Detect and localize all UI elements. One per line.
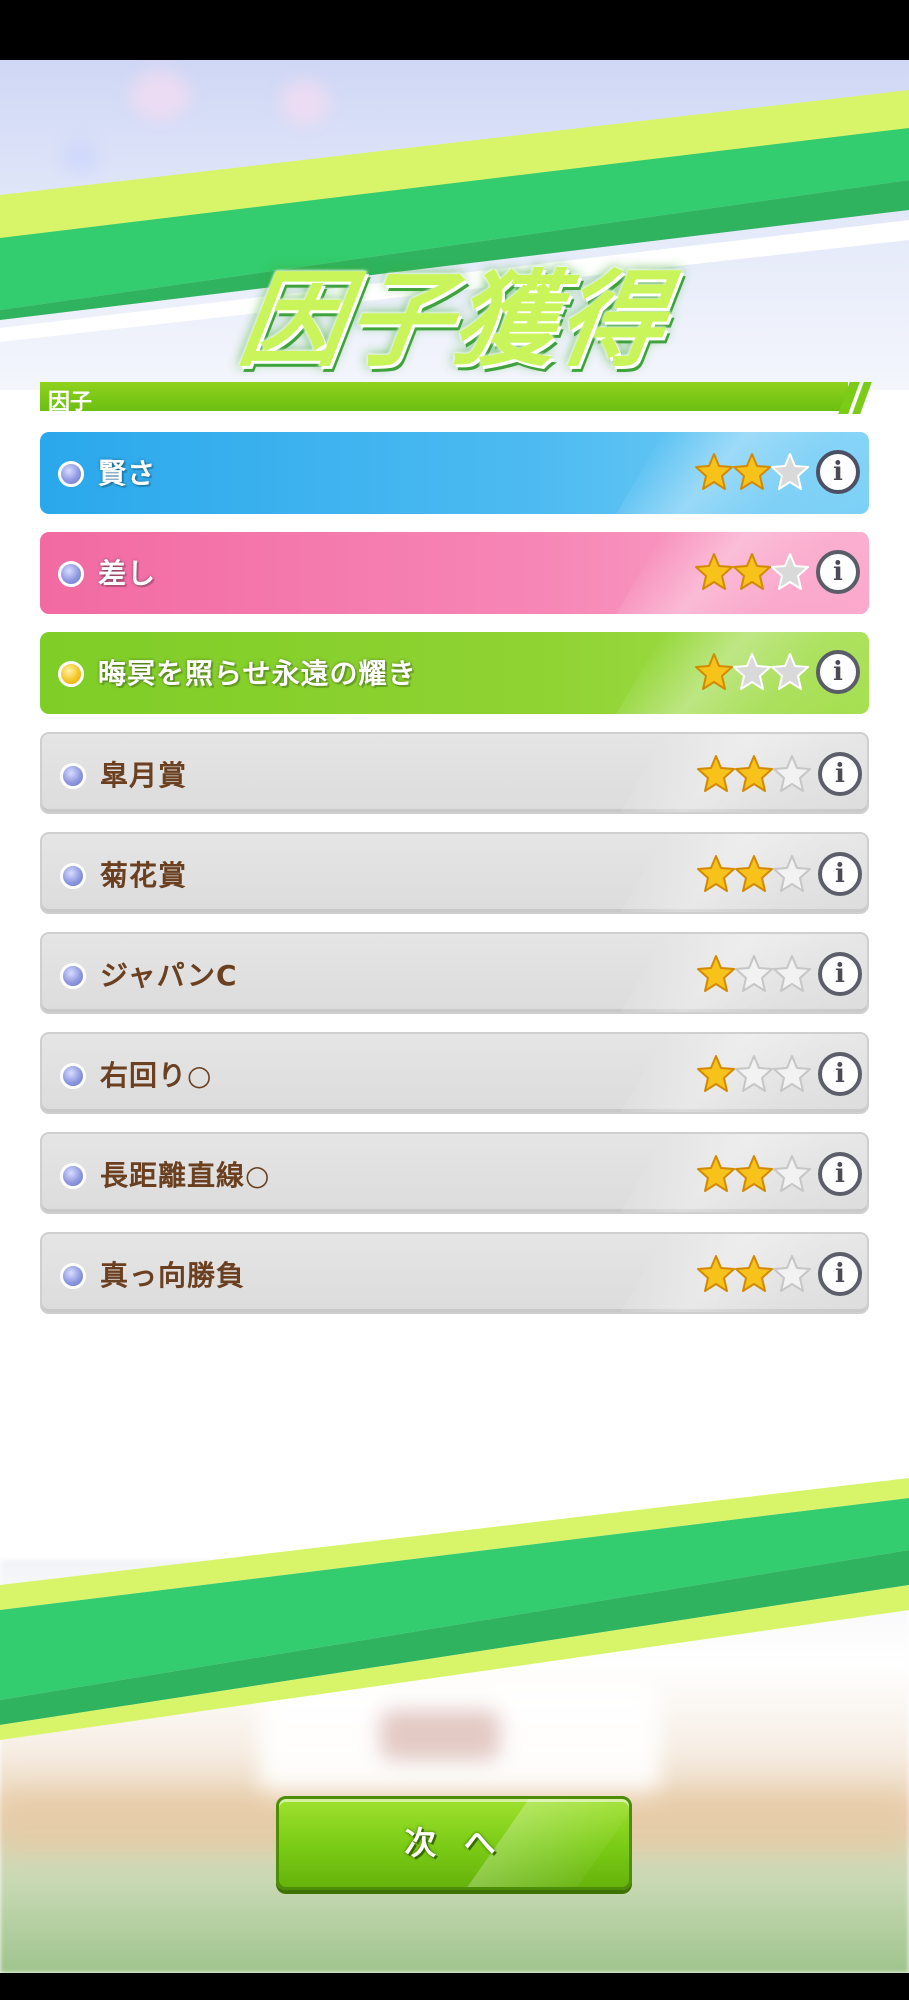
star-empty-icon [771, 453, 809, 490]
factor-row[interactable]: 菊花賞 i [40, 832, 869, 914]
star-rating [694, 552, 814, 594]
round-gem-icon [60, 1263, 86, 1289]
info-icon[interactable]: i [818, 1052, 862, 1096]
star-rating [696, 1054, 816, 1096]
factor-name: 右回り○ [100, 1059, 213, 1092]
factor-name: ジャパンC [100, 959, 238, 992]
section-header: 因子 [40, 382, 872, 415]
factor-row[interactable]: 賢さ i [40, 432, 869, 514]
factor-row[interactable]: 差し i [40, 532, 869, 614]
screen-title: 因子獲得 [232, 259, 674, 381]
star-rating [696, 754, 816, 796]
info-icon[interactable]: i [816, 550, 860, 594]
round-gem-icon [60, 1163, 86, 1189]
next-button[interactable]: 次 へ [276, 1796, 632, 1890]
star-filled-icon [695, 653, 733, 690]
star-filled-icon [697, 755, 735, 792]
factor-row[interactable]: 右回り○ i [40, 1032, 869, 1114]
star-rating [696, 854, 816, 896]
bottom-stripes-decoration [0, 1478, 909, 1740]
round-gem-icon [60, 1063, 86, 1089]
star-empty-icon [773, 955, 811, 992]
star-empty-icon [773, 1055, 811, 1092]
factor-row[interactable]: 皐月賞 i [40, 732, 869, 814]
round-gem-icon [60, 763, 86, 789]
factor-name: 皐月賞 [100, 759, 188, 792]
star-filled-icon [697, 1055, 735, 1092]
round-gem-icon [58, 661, 84, 687]
factor-name: 晦冥を照らせ永遠の耀き [98, 657, 417, 690]
round-gem-icon [60, 863, 86, 889]
star-filled-icon [697, 1155, 735, 1192]
next-button-label: 次 へ [404, 1824, 504, 1862]
star-rating [694, 452, 814, 494]
star-filled-icon [735, 755, 773, 792]
star-filled-icon [735, 1255, 773, 1292]
star-empty-icon [771, 553, 809, 590]
factor-name: 賢さ [98, 457, 157, 490]
star-rating [696, 954, 816, 996]
factor-name: 菊花賞 [100, 859, 188, 892]
star-filled-icon [733, 553, 771, 590]
star-filled-icon [735, 1155, 773, 1192]
info-icon[interactable]: i [818, 1252, 862, 1296]
factor-name: 長距離直線○ [100, 1159, 271, 1192]
star-filled-icon [697, 955, 735, 992]
factor-row[interactable]: 真っ向勝負 i [40, 1232, 869, 1314]
factor-row[interactable]: 晦冥を照らせ永遠の耀き i [40, 632, 869, 714]
star-empty-icon [735, 955, 773, 992]
factor-row[interactable]: 長距離直線○ i [40, 1132, 869, 1214]
info-icon[interactable]: i [818, 852, 862, 896]
star-empty-icon [773, 855, 811, 892]
info-icon[interactable]: i [816, 650, 860, 694]
info-icon[interactable]: i [818, 952, 862, 996]
info-icon[interactable]: i [816, 450, 860, 494]
status-bar [0, 0, 909, 60]
star-empty-icon [771, 653, 809, 690]
star-empty-icon [773, 755, 811, 792]
navigation-bar [0, 1973, 909, 2000]
star-filled-icon [695, 453, 733, 490]
round-gem-icon [58, 461, 84, 487]
star-rating [696, 1154, 816, 1196]
star-empty-icon [733, 653, 771, 690]
star-rating [696, 1254, 816, 1296]
section-label: 因子 [48, 390, 93, 415]
star-filled-icon [695, 553, 733, 590]
star-filled-icon [733, 453, 771, 490]
star-rating [694, 652, 814, 694]
star-empty-icon [735, 1055, 773, 1092]
star-empty-icon [773, 1155, 811, 1192]
star-filled-icon [697, 1255, 735, 1292]
info-icon[interactable]: i [818, 1152, 862, 1196]
round-gem-icon [60, 963, 86, 989]
factor-acquired-screen: 因子獲得 因子 賢さ i 差し i 晦冥を照らせ永遠の耀き i 皐月賞 i 菊花賞 i ジャパンC i… [0, 60, 909, 1973]
info-icon[interactable]: i [818, 752, 862, 796]
round-gem-icon [58, 561, 84, 587]
star-filled-icon [735, 855, 773, 892]
factor-name: 真っ向勝負 [100, 1259, 246, 1292]
factor-name: 差し [98, 557, 157, 590]
star-empty-icon [773, 1255, 811, 1292]
factor-row[interactable]: ジャパンC i [40, 932, 869, 1014]
star-filled-icon [697, 855, 735, 892]
